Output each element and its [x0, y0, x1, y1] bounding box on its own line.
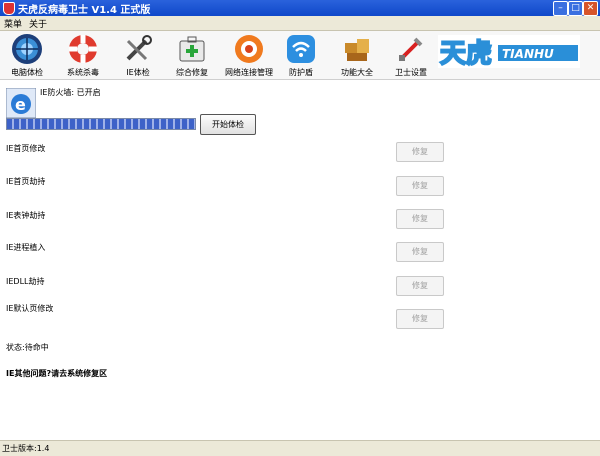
- network-icon: [235, 35, 263, 63]
- medical-kit-icon: [179, 36, 205, 62]
- scan-progress-bar: [6, 118, 196, 130]
- toolbar-label: IE体检: [126, 68, 150, 77]
- fix-button-homepage-modified[interactable]: 修复: [396, 142, 444, 162]
- settings-icon: [399, 37, 423, 61]
- fix-button-dll-hijack[interactable]: 修复: [396, 276, 444, 296]
- fix-button-clock-hijack[interactable]: 修复: [396, 209, 444, 229]
- toolbar-item-shield[interactable]: 防护盾: [274, 33, 328, 79]
- lifebuoy-icon: [69, 35, 97, 63]
- toolbar-item-features[interactable]: 功能大全: [330, 33, 384, 79]
- globe-scan-icon: [12, 34, 42, 64]
- toolbar-item-repair[interactable]: 综合修复: [165, 33, 219, 79]
- window-title: 天虎反病毒卫士 V1.4 正式版: [18, 5, 151, 16]
- toolbar-label: 系统杀毒: [67, 68, 99, 77]
- menu-bar: 菜单 关于: [0, 16, 600, 31]
- toolbar-label: 卫士设置: [395, 68, 427, 77]
- row-label-homepage-modified: IE首页修改: [6, 144, 46, 153]
- toolbar-item-pc-checkup[interactable]: 电脑体检: [0, 33, 54, 79]
- app-shield-icon: [3, 2, 15, 15]
- toolbar-label: 网络连接管理: [225, 68, 273, 77]
- svg-text:TIANHU: TIANHU: [502, 47, 554, 61]
- row-label-homepage-hijack: IE首页劫持: [6, 177, 46, 186]
- start-scan-button[interactable]: 开始体检: [200, 114, 256, 135]
- close-button[interactable]: ✕: [583, 1, 598, 16]
- toolbar-item-settings[interactable]: 卫士设置: [384, 33, 438, 79]
- ie-icon: e: [6, 88, 36, 118]
- title-bar: 天虎反病毒卫士 V1.4 正式版 – □ ✕: [0, 0, 600, 16]
- toolbar-label: 功能大全: [341, 68, 373, 77]
- version-label: 卫士版本:1.4: [2, 444, 50, 453]
- menu-item-about[interactable]: 关于: [29, 17, 47, 30]
- toolbar-item-ie-checkup[interactable]: IE体检: [111, 33, 165, 79]
- fix-button-default-page[interactable]: 修复: [396, 309, 444, 329]
- fix-button-homepage-hijack[interactable]: 修复: [396, 176, 444, 196]
- row-label-default-page: IE默认页修改: [6, 304, 54, 313]
- toolbar-label: 综合修复: [176, 68, 208, 77]
- toolbar-item-network[interactable]: 网络连接管理: [222, 33, 276, 79]
- tools-icon: [126, 35, 152, 61]
- toolbar-label: 防护盾: [289, 68, 313, 77]
- other-issue-link[interactable]: IE其他问题?请去系统修复区: [6, 368, 107, 379]
- status-text: 状态:待命中: [6, 343, 49, 352]
- maximize-button[interactable]: □: [568, 1, 583, 16]
- minimize-button[interactable]: –: [553, 1, 568, 16]
- boxes-icon: [345, 39, 369, 61]
- toolbar-label: 电脑体检: [11, 68, 43, 77]
- fix-button-process-inject[interactable]: 修复: [396, 242, 444, 262]
- toolbar-item-antivirus[interactable]: 系统杀毒: [56, 33, 110, 79]
- row-label-clock-hijack: IE表钟劫持: [6, 211, 46, 220]
- tianhu-logo: 天虎 TIANHU: [438, 35, 580, 68]
- row-label-dll-hijack: IEDLL劫持: [6, 277, 45, 286]
- status-bar: 卫士版本:1.4: [0, 440, 600, 456]
- svg-text:天虎: 天虎: [440, 39, 492, 68]
- firewall-status: IE防火墙: 已开启: [40, 88, 101, 97]
- menu-item-menu[interactable]: 菜单: [4, 17, 22, 30]
- wifi-shield-icon: [287, 35, 315, 63]
- row-label-process-inject: IE进程植入: [6, 243, 46, 252]
- svg-text:e: e: [15, 95, 26, 114]
